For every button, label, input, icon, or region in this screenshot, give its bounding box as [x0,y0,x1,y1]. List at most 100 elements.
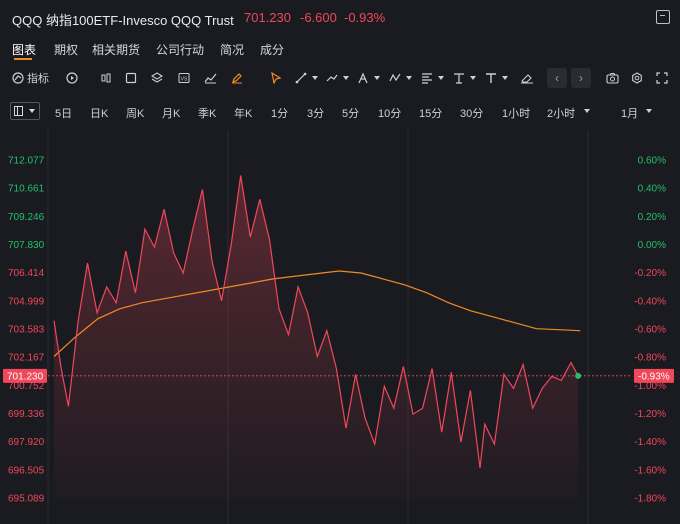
eraser-tool[interactable] [520,70,534,86]
draw-button[interactable] [231,70,243,86]
trend-line-icon [295,72,307,84]
svg-text:VS: VS [181,77,188,83]
fib-tool[interactable] [326,70,349,86]
period-day[interactable]: 日K [90,105,108,121]
layers-icon [151,72,163,83]
candle-icon [101,73,111,83]
rectangle-button[interactable] [125,70,137,86]
indicators-button[interactable]: 指标 [12,70,49,86]
trend-line-tool[interactable] [295,70,318,86]
period-year[interactable]: 年K [234,105,252,121]
tab-related-futures[interactable]: 相关期货 [92,41,140,58]
period-5d[interactable]: 5日 [55,105,72,121]
y-tick-left: 696.505 [8,465,45,476]
next-button[interactable]: › [571,68,591,88]
y-tick-right: 0.20% [638,212,666,223]
chevron-right-icon: › [579,71,583,85]
y-tick-right: -1.20% [634,409,666,420]
price-area-fill [54,175,579,498]
candle-style-button[interactable] [100,70,112,86]
y-tick-right: 0.40% [638,184,666,195]
screenshot-button[interactable] [606,70,619,86]
chevron-down-icon [374,76,380,80]
header: QQQ 纳指100ETF-Invesco QQQ Trust 701.230 -… [0,0,680,34]
pencil-icon [232,73,242,84]
brush-tool[interactable] [357,70,380,86]
period-quarter[interactable]: 季K [198,105,216,121]
tab-options[interactable]: 期权 [54,41,78,58]
y-tick-right: -1.60% [634,465,666,476]
period-month[interactable]: 月K [162,105,180,121]
y-tick-right: -0.40% [634,296,666,307]
prev-button[interactable]: ‹ [547,68,567,88]
fullscreen-button[interactable] [656,70,668,86]
y-tick-right: 0.00% [638,240,666,251]
y-tick-right: -1.80% [634,494,666,505]
replay-button[interactable] [66,70,78,86]
page-title: QQQ 纳指100ETF-Invesco QQQ Trust [12,13,234,28]
exit-icon[interactable] [656,10,670,24]
settings-button[interactable] [631,70,643,86]
tab-bar: 图表 期权 相关期货 公司行动 简况 成分 [0,36,680,62]
align-icon [422,73,432,84]
compare-button[interactable]: VS [178,70,190,86]
y-tick-left: 704.999 [8,296,45,307]
cursor-icon [271,72,282,84]
period-week[interactable]: 周K [126,105,144,121]
price-change-pct: -0.93% [344,10,386,25]
y-tick-left: 697.920 [8,437,45,448]
price-chart[interactable]: 712.077 710.661 709.246 707.830 706.414 704.9… [0,130,680,524]
text-icon [486,73,496,83]
y-tick-right: 0.60% [638,156,666,167]
tab-profile[interactable]: 简况 [220,41,244,58]
period-10m[interactable]: 10分 [378,105,401,121]
indicators-label: 指标 [27,73,49,85]
period-bar: 5日 日K 周K 月K 季K 年K 1分 3分 5分 10分 15分 30分 1… [0,100,680,124]
chevron-down-icon [343,76,349,80]
anchor-icon [454,73,464,84]
current-price-label: 701.230 [7,371,44,382]
anchor-tool[interactable] [453,70,476,86]
replay-icon [66,72,78,84]
tab-corporate-actions[interactable]: 公司行动 [156,41,204,58]
rectangle-icon [125,72,137,84]
brush-icon [358,72,368,84]
y-tick-left: 706.414 [8,268,45,279]
period-1h[interactable]: 1小时 [502,105,530,121]
y-tick-right: -1.40% [634,437,666,448]
toolbar: 指标 VS ‹ › [0,66,680,90]
period-30m[interactable]: 30分 [460,105,483,121]
chevron-left-icon: ‹ [555,71,559,85]
line-chart-icon [204,73,217,84]
y-tick-right: -0.80% [634,353,666,364]
align-tool[interactable] [421,70,444,86]
fullscreen-icon [656,72,668,84]
period-month-select[interactable]: 1月 [621,105,638,121]
y-tick-left: 710.661 [8,184,45,195]
layers-button[interactable] [151,70,163,86]
tab-chart[interactable]: 图表 [12,41,36,58]
current-pct-tag: -0.93% [634,368,674,383]
chevron-down-icon [312,76,318,80]
period-5m[interactable]: 5分 [342,105,359,121]
period-1m[interactable]: 1分 [271,105,288,121]
period-15m[interactable]: 15分 [419,105,442,121]
pattern-tool[interactable] [389,70,412,86]
current-price-tag: 701.230 [3,368,47,383]
period-month-dropdown[interactable] [642,105,652,117]
chart-type-button[interactable] [204,70,217,86]
chevron-down-icon [584,109,590,114]
y-tick-right: -0.60% [634,325,666,336]
y-tick-left: 712.077 [8,156,45,167]
y-tick-left: 699.336 [8,409,45,420]
text-tool[interactable] [485,70,508,86]
vs-icon: VS [178,73,190,83]
cursor-tool[interactable] [270,70,282,86]
tab-constituents[interactable]: 成分 [260,41,284,58]
period-2h-dropdown[interactable] [580,105,590,117]
y-axis-right: 0.60% 0.40% 0.20% 0.00% -0.20% -0.40% -0.60% -0… [634,156,666,505]
indicator-icon [12,72,24,84]
gear-icon [632,72,642,84]
period-3m[interactable]: 3分 [307,105,324,121]
period-2h[interactable]: 2小时 [547,105,575,121]
